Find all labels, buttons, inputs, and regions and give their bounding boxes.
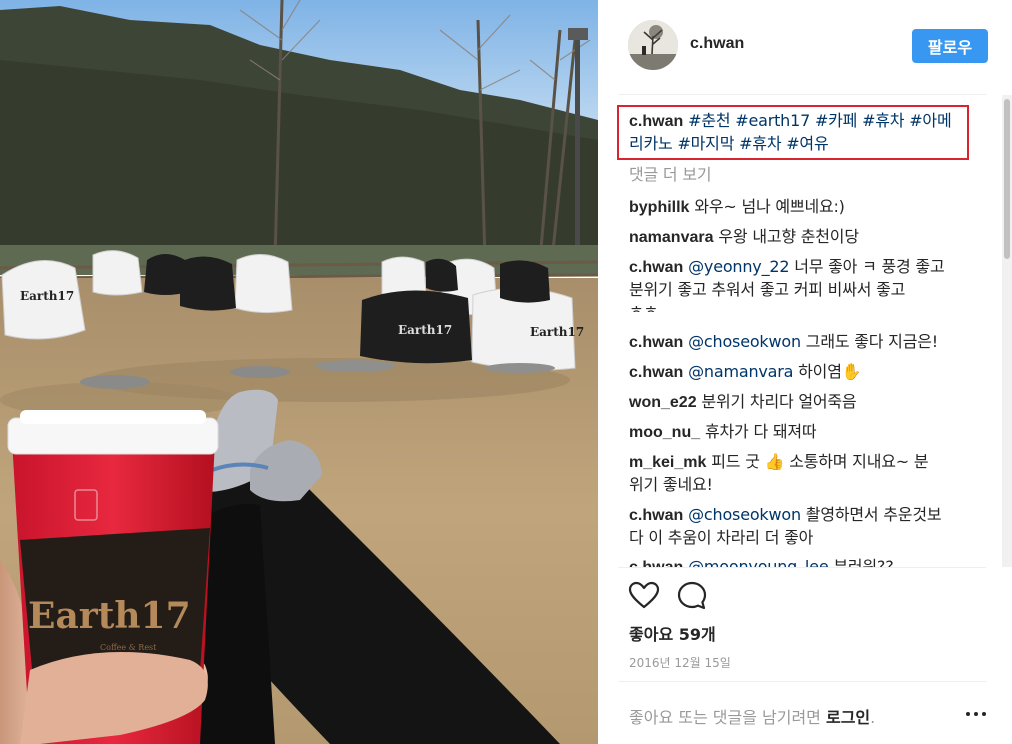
- login-prompt-text: 좋아요 또는 댓글을 남기려면: [629, 708, 826, 727]
- scrollbar-thumb[interactable]: [1004, 99, 1010, 259]
- cup-brand-text: Earth17: [28, 595, 191, 637]
- cup-sub-text: Coffee & Rest: [100, 643, 157, 652]
- comment-username[interactable]: namanvara: [629, 229, 714, 246]
- divider: [618, 567, 986, 568]
- bag-brand-text-dark: Earth17: [398, 323, 452, 337]
- comment: byphillk 와우~ 넘나 예쁘네요:): [629, 195, 845, 220]
- comment-username[interactable]: c.hwan: [629, 334, 683, 351]
- login-link[interactable]: 로그인: [826, 708, 870, 727]
- comment-text: 너무 좋아 ㅋ 풍경 좋고: [794, 257, 945, 276]
- comment-text: 촬영하면서 추운것보: [805, 505, 942, 524]
- comments-scrollbar[interactable]: [1002, 95, 1012, 567]
- comment-continued: 위기 좋네요!: [629, 475, 713, 494]
- comment-text: 분위기 차리다 얼어죽음: [701, 392, 857, 411]
- post-header: c.hwan 팔로우: [598, 0, 1002, 92]
- comment: c.hwan @yeonny_22 너무 좋아 ㅋ 풍경 좋고: [629, 255, 945, 280]
- login-prompt-period: .: [870, 708, 876, 727]
- divider: [618, 681, 986, 682]
- caption-username[interactable]: c.hwan: [629, 113, 683, 130]
- comment-text: 부러워??: [833, 557, 894, 567]
- comment: c.hwan @choseokwon 촬영하면서 추운것보: [629, 503, 942, 528]
- comment-text: 와우~ 넘나 예쁘네요:): [694, 197, 845, 216]
- comment-mention[interactable]: @moonyoung_lee: [688, 557, 829, 567]
- comment-continued: 다 이 추움이 차라리 더 좋아: [629, 528, 814, 547]
- comment-username[interactable]: won_e22: [629, 394, 697, 411]
- post-side-panel: c.hwan 팔로우 c.hwan #춘천 #earth17 #카페 #휴차 #…: [598, 0, 1012, 744]
- comment-text: 그래도 좋다 지금은!: [805, 332, 938, 351]
- post-photo: Earth17 Earth17 Earth17 Earth17 Coffee &…: [0, 0, 598, 744]
- comment-username[interactable]: c.hwan: [629, 259, 683, 276]
- likes-count[interactable]: 좋아요 59개: [629, 621, 716, 645]
- comment-text: 우왕 내고향 춘천이당: [718, 227, 859, 246]
- comment: moo_nu_ 휴차가 다 돼져따: [629, 420, 817, 445]
- comment: c.hwan @choseokwon 그래도 좋다 지금은!: [629, 330, 938, 355]
- header-username[interactable]: c.hwan: [690, 35, 744, 53]
- comment-username[interactable]: m_kei_mk: [629, 454, 706, 471]
- comment: c.hwan @namanvara 하이염✋: [629, 360, 862, 385]
- comment-icon[interactable]: [676, 580, 708, 612]
- heart-icon[interactable]: [628, 580, 660, 612]
- comment-text: 하이염✋: [798, 362, 862, 381]
- comment: namanvara 우왕 내고향 춘천이당: [629, 225, 859, 250]
- load-more-comments[interactable]: 댓글 더 보기: [629, 163, 712, 187]
- comment: m_kei_mk 피드 굿 👍 소통하며 지내요~ 분: [629, 450, 929, 475]
- comment-mention[interactable]: @yeonny_22: [688, 257, 789, 276]
- comment-username[interactable]: moo_nu_: [629, 424, 700, 441]
- more-options-icon[interactable]: [964, 706, 988, 722]
- post-date: 2016년 12월 15일: [629, 656, 731, 670]
- comment-mention[interactable]: @choseokwon: [688, 505, 801, 524]
- avatar[interactable]: [628, 20, 678, 70]
- bag-brand-text: Earth17: [20, 289, 74, 303]
- comment-continued: ㅎㅎ: [629, 302, 659, 312]
- bag-brand-text-right: Earth17: [530, 325, 584, 339]
- comment-username[interactable]: c.hwan: [629, 507, 683, 524]
- comment-username[interactable]: c.hwan: [629, 364, 683, 381]
- comment-text: 피드 굿 👍 소통하며 지내요~ 분: [711, 452, 929, 471]
- login-prompt: 좋아요 또는 댓글을 남기려면 로그인.: [629, 704, 875, 728]
- comment-continued: 분위기 좋고 추워서 좋고 커피 비싸서 좋고: [629, 280, 906, 299]
- comments-list: c.hwan #춘천 #earth17 #카페 #휴차 #아메 리카노 #마지막…: [598, 95, 1002, 567]
- caption-hashtags[interactable]: #춘천 #earth17 #카페 #휴차 #아메: [688, 111, 952, 130]
- caption-line-2: 리카노 #마지막 #휴차 #여유: [629, 132, 829, 156]
- comment-text: 휴차가 다 돼져따: [705, 422, 817, 441]
- comment-mention[interactable]: @namanvara: [688, 362, 793, 381]
- follow-button[interactable]: 팔로우: [912, 29, 988, 63]
- caption-hashtags-2[interactable]: 리카노 #마지막 #휴차 #여유: [629, 134, 829, 153]
- caption-line: c.hwan #춘천 #earth17 #카페 #휴차 #아메: [629, 109, 952, 134]
- comment-username[interactable]: byphillk: [629, 199, 689, 216]
- comment-username[interactable]: c.hwan: [629, 559, 683, 567]
- comment: c.hwan @moonyoung_lee 부러워??: [629, 555, 894, 567]
- comment-mention[interactable]: @choseokwon: [688, 332, 801, 351]
- comment: won_e22 분위기 차리다 얼어죽음: [629, 390, 857, 415]
